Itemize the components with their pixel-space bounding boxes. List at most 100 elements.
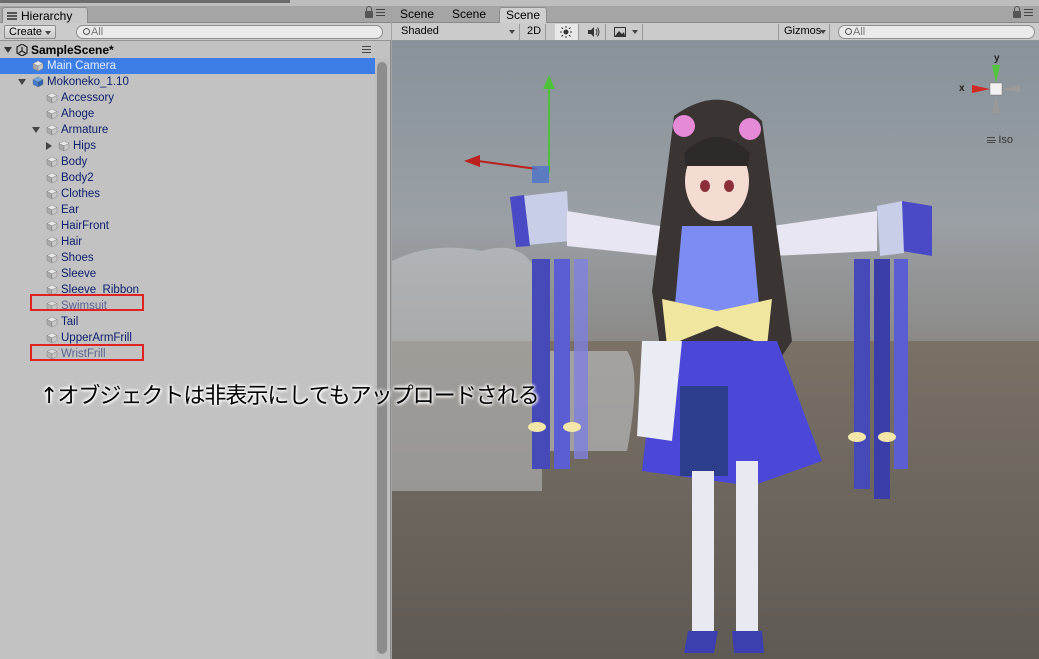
expand-arrow-icon[interactable] bbox=[18, 79, 26, 85]
tab-scene-1[interactable]: Scene bbox=[394, 7, 440, 23]
gameobject-cube-icon bbox=[46, 156, 58, 168]
hierarchy-item-label: Body2 bbox=[61, 172, 94, 184]
hierarchy-item[interactable]: Mokoneko_1.10 bbox=[0, 74, 375, 90]
iso-icon bbox=[987, 137, 997, 144]
hierarchy-item[interactable]: Tail bbox=[0, 314, 375, 330]
hierarchy-tabbar: Hierarchy bbox=[0, 6, 391, 23]
scene-effects-dropdown[interactable] bbox=[609, 24, 643, 40]
gizmos-label: Gizmos bbox=[784, 25, 822, 37]
scrollbar-thumb[interactable] bbox=[377, 62, 387, 654]
scene-menu-icon[interactable] bbox=[362, 46, 371, 53]
hierarchy-item-label: Main Camera bbox=[47, 60, 117, 72]
gameobject-cube-icon bbox=[46, 188, 58, 200]
hierarchy-item-label: Clothes bbox=[61, 188, 100, 200]
gizmos-dropdown[interactable]: Gizmos bbox=[778, 24, 830, 40]
gameobject-cube-icon bbox=[46, 268, 58, 280]
tab-scene-3[interactable]: Scene bbox=[499, 7, 548, 23]
scene-root-row[interactable]: SampleScene* bbox=[0, 42, 375, 58]
gizmo-x-label: x bbox=[959, 83, 965, 94]
hierarchy-item[interactable]: Armature bbox=[0, 122, 375, 138]
panel-menu-icon[interactable] bbox=[376, 9, 385, 16]
hierarchy-item-label: Tail bbox=[61, 316, 79, 328]
hierarchy-item[interactable]: Body2 bbox=[0, 170, 375, 186]
gameobject-cube-icon bbox=[46, 316, 58, 328]
hierarchy-item[interactable]: Ear bbox=[0, 202, 375, 218]
gizmo-y-label: y bbox=[994, 53, 1000, 64]
scene-search-input[interactable]: All bbox=[838, 25, 1035, 39]
hierarchy-item[interactable]: Hips bbox=[0, 138, 375, 154]
move-gizmo[interactable] bbox=[464, 75, 555, 183]
projection-label: Iso bbox=[998, 134, 1013, 146]
search-icon bbox=[845, 28, 852, 35]
collapse-arrow-icon[interactable] bbox=[46, 142, 52, 150]
lock-icon[interactable] bbox=[365, 6, 373, 18]
gameobject-cube-icon bbox=[46, 92, 58, 104]
hierarchy-item-label: Body bbox=[61, 156, 88, 168]
gameobject-cube-icon bbox=[46, 252, 58, 264]
hierarchy-item-label: Hips bbox=[73, 140, 97, 152]
hierarchy-item-label: Shoes bbox=[61, 252, 94, 264]
orientation-gizmo[interactable] bbox=[972, 65, 1020, 113]
hierarchy-item-label: Hair bbox=[61, 236, 83, 248]
tab-scene-3-label: Scene bbox=[506, 8, 541, 22]
hierarchy-item-label: Sleeve bbox=[61, 268, 97, 280]
hierarchy-scrollbar[interactable] bbox=[375, 58, 389, 659]
hierarchy-item-label: UpperArmFrill bbox=[61, 332, 132, 344]
hierarchy-item[interactable]: Hair bbox=[0, 234, 375, 250]
gameobject-cube-icon bbox=[32, 76, 44, 88]
shading-mode-label: Shaded bbox=[401, 25, 439, 37]
scene-toolbar: Shaded 2D Gizmos All bbox=[392, 23, 1039, 41]
hierarchy-search-placeholder: All bbox=[91, 26, 104, 38]
chevron-down-icon bbox=[632, 30, 638, 34]
flower-right bbox=[739, 118, 761, 140]
sun-icon bbox=[560, 26, 572, 38]
tab-scene-2-label: Scene bbox=[452, 7, 487, 21]
expand-arrow-icon[interactable] bbox=[32, 127, 40, 133]
left-leg bbox=[692, 471, 714, 631]
hierarchy-item[interactable]: Main Camera bbox=[0, 58, 375, 74]
character-model[interactable] bbox=[392, 41, 1039, 659]
hierarchy-item[interactable]: Ahoge bbox=[0, 106, 375, 122]
hierarchy-tab-label: Hierarchy bbox=[21, 8, 73, 23]
hierarchy-item[interactable]: Accessory bbox=[0, 90, 375, 106]
hierarchy-panel: Hierarchy Create All SampleScene* Main C… bbox=[0, 6, 391, 659]
scene-panel-controls bbox=[1013, 6, 1033, 18]
gameobject-cube-icon bbox=[46, 172, 58, 184]
scene-lock-icon[interactable] bbox=[1013, 6, 1021, 18]
scene-viewport[interactable]: y x Iso bbox=[392, 41, 1039, 659]
toggle-2d-label: 2D bbox=[527, 25, 542, 37]
hierarchy-item[interactable]: Sleeve bbox=[0, 266, 375, 282]
chevron-down-icon bbox=[820, 30, 826, 34]
scene-panel: Scene Scene Scene Shaded 2D Gizmos All y… bbox=[392, 6, 1039, 659]
scene-panel-menu-icon[interactable] bbox=[1024, 9, 1033, 16]
hierarchy-item[interactable]: Shoes bbox=[0, 250, 375, 266]
hierarchy-tab[interactable]: Hierarchy bbox=[2, 7, 88, 23]
projection-toggle[interactable]: Iso bbox=[987, 134, 1013, 146]
tab-scene-2[interactable]: Scene bbox=[446, 7, 492, 23]
scene-tabbar: Scene Scene Scene bbox=[392, 6, 1039, 23]
scene-audio-toggle[interactable] bbox=[582, 24, 606, 40]
toggle-2d-button[interactable]: 2D bbox=[524, 24, 546, 40]
scene-lighting-toggle[interactable] bbox=[555, 24, 579, 40]
hierarchy-item-label: Armature bbox=[61, 124, 109, 136]
hierarchy-panel-controls bbox=[365, 6, 385, 18]
hierarchy-item-label: Ear bbox=[61, 204, 79, 216]
hierarchy-item-label: Accessory bbox=[61, 92, 115, 104]
hierarchy-search-input[interactable]: All bbox=[76, 25, 383, 39]
shading-mode-dropdown[interactable]: Shaded bbox=[396, 24, 520, 40]
right-leg bbox=[736, 461, 758, 631]
hierarchy-item-label: Ahoge bbox=[61, 108, 95, 120]
scene-name: SampleScene* bbox=[31, 43, 114, 57]
gameobject-cube-icon bbox=[58, 140, 70, 152]
scene-search-placeholder: All bbox=[853, 26, 866, 38]
hierarchy-item[interactable]: Clothes bbox=[0, 186, 375, 202]
hierarchy-item[interactable]: HairFront bbox=[0, 218, 375, 234]
dress-top bbox=[674, 226, 760, 316]
tab-scene-1-label: Scene bbox=[400, 7, 435, 21]
expand-arrow-icon[interactable] bbox=[4, 47, 12, 53]
gameobject-cube-icon bbox=[46, 124, 58, 136]
hierarchy-item-label: Mokoneko_1.10 bbox=[47, 76, 129, 88]
gameobject-cube-icon bbox=[46, 332, 58, 344]
hierarchy-item[interactable]: Body bbox=[0, 154, 375, 170]
create-button[interactable]: Create bbox=[4, 25, 56, 39]
